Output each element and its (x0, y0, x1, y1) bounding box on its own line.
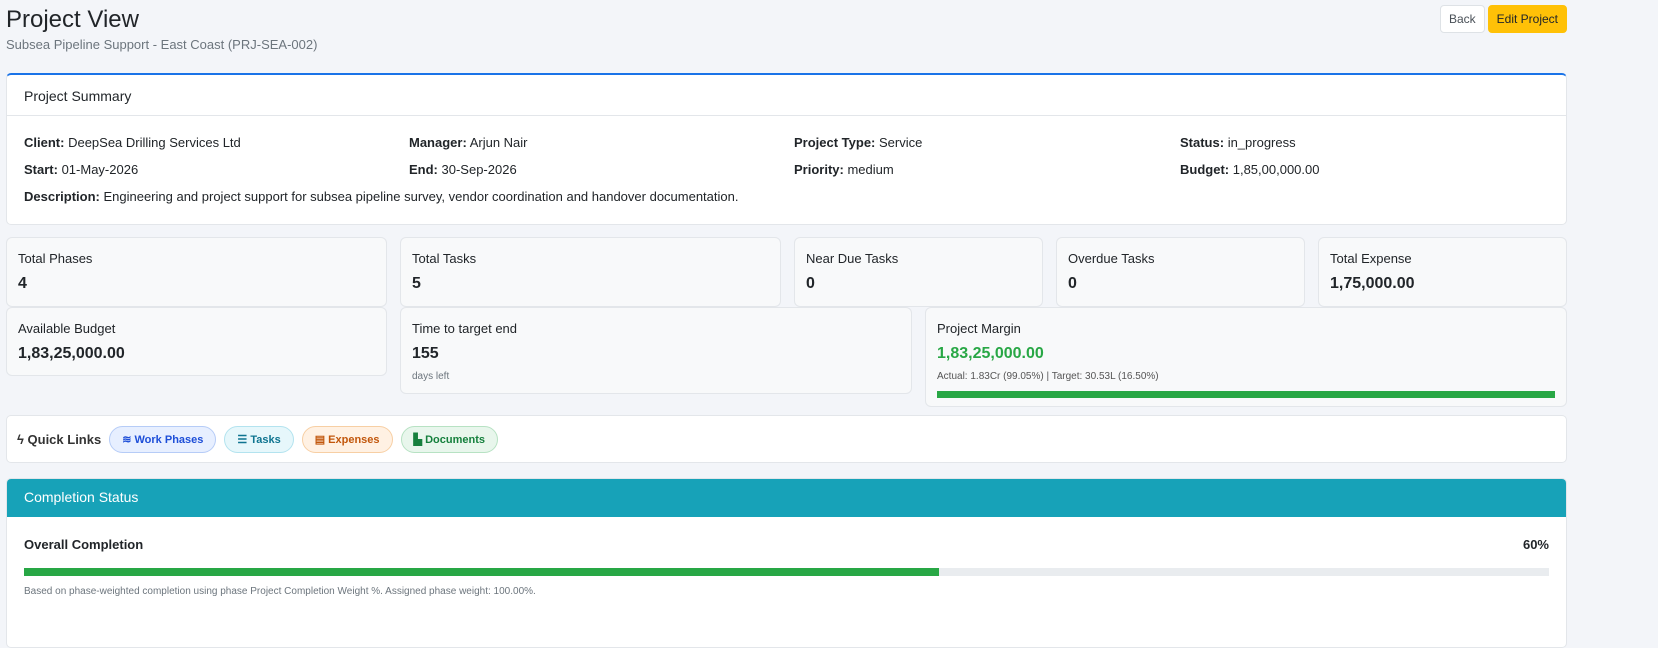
work-phases-link[interactable]: ≋ Work Phases (109, 425, 217, 453)
tasks-link[interactable]: ☰ Tasks (224, 425, 294, 453)
bolt-icon: ϟ (17, 431, 24, 447)
pdf-file-icon: ▙ (413, 433, 423, 446)
quick-links-title: ϟ Quick Links (17, 431, 102, 447)
field-description: Description: Engineering and project sup… (24, 189, 739, 204)
overall-completion-label: Overall Completion (24, 537, 144, 552)
documents-link[interactable]: ▙ Documents (400, 425, 498, 453)
field-project-type: Project Type: Service (794, 135, 923, 150)
card-title: Completion Status (7, 479, 1566, 517)
receipt-icon: ▤ (314, 433, 326, 446)
stat-total-phases: Total Phases 4 (6, 237, 387, 307)
layers-icon: ≋ (122, 433, 132, 446)
field-manager: Manager: Arjun Nair (409, 135, 528, 150)
edit-project-button[interactable]: Edit Project (1487, 5, 1567, 33)
stat-time-to-target-end: Time to target end 155 days left (400, 307, 912, 394)
margin-progress-bar (937, 391, 1555, 398)
field-priority: Priority: medium (794, 162, 894, 177)
completion-status-card: Completion Status Overall Completion 60% … (6, 478, 1567, 648)
quick-links-bar: ϟ Quick Links ≋ Work Phases ☰ Tasks ▤ Ex… (6, 415, 1567, 463)
page-subtitle: Subsea Pipeline Support - East Coast (PR… (6, 37, 318, 52)
stat-total-tasks: Total Tasks 5 (400, 237, 781, 307)
card-title: Project Summary (7, 75, 1566, 116)
page-title: Project View (6, 6, 139, 33)
stat-project-margin: Project Margin 1,83,25,000.00 Actual: 1.83… (925, 307, 1567, 407)
completion-progress-bar (24, 568, 1549, 576)
stat-overdue-tasks: Overdue Tasks 0 (1056, 237, 1305, 307)
field-client: Client: DeepSea Drilling Services Ltd (24, 135, 241, 150)
stat-near-due-tasks: Near Due Tasks 0 (794, 237, 1043, 307)
back-button[interactable]: Back (1439, 5, 1485, 33)
field-budget: Budget: 1,85,00,000.00 (1180, 162, 1320, 177)
project-summary-card: Project Summary Client: DeepSea Drilling… (6, 73, 1567, 225)
overall-completion-percent: 60% (1522, 537, 1549, 552)
expenses-link[interactable]: ▤ Expenses (301, 425, 393, 453)
completion-note: Based on phase-weighted completion using… (24, 586, 536, 597)
field-end: End: 30-Sep-2026 (409, 162, 517, 177)
field-status: Status: in_progress (1180, 135, 1296, 150)
list-check-icon: ☰ (237, 433, 248, 446)
stat-available-budget: Available Budget 1,83,25,000.00 (6, 307, 387, 376)
stat-total-expense: Total Expense 1,75,000.00 (1318, 237, 1567, 307)
field-start: Start: 01-May-2026 (24, 162, 139, 177)
